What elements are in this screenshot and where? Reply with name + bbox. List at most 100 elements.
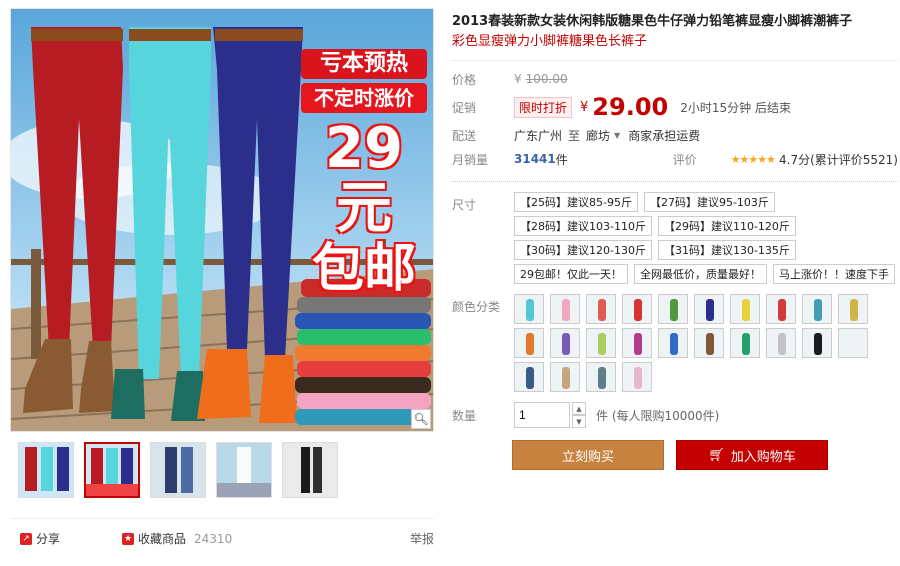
color-swatch[interactable] <box>658 328 688 358</box>
color-swatch[interactable] <box>838 294 868 324</box>
promo-price-row: 促销 限时打折 ¥ 29.00 2小时15分钟 后结束 <box>452 91 898 123</box>
thumbnail[interactable] <box>216 442 272 498</box>
size-option[interactable]: 【29码】建议110-120斤 <box>657 216 796 236</box>
color-swatch[interactable] <box>514 294 544 324</box>
swatch-pants-thumbnail <box>598 299 606 321</box>
color-swatch[interactable] <box>622 328 652 358</box>
size-option[interactable]: 马上涨价！！速度下手 <box>773 264 895 284</box>
original-price-row: 价格 ¥ 100.00 <box>452 67 898 91</box>
swatch-pants-thumbnail <box>670 299 678 321</box>
color-swatch[interactable] <box>550 294 580 324</box>
color-swatch[interactable] <box>730 294 760 324</box>
decrease-icon[interactable]: ▼ <box>572 415 586 428</box>
quantity-row: 数量 ▲ ▼ 件 (每人限购10000件) <box>452 402 898 428</box>
monthly-sales: 31441 <box>514 152 556 166</box>
thumbnail[interactable] <box>18 442 74 498</box>
size-option[interactable]: 【30码】建议120-130斤 <box>514 240 652 260</box>
size-option[interactable]: 29包邮！仅此一天！ <box>514 264 628 284</box>
quantity-label: 数量 <box>452 408 477 423</box>
bookmark-icon: ★ <box>122 532 135 545</box>
monthly-sales-label: 月销量 <box>452 152 489 167</box>
share-icon: ↗ <box>20 532 32 545</box>
color-swatch[interactable] <box>586 294 616 324</box>
delivery-to-word: 至 <box>568 128 581 143</box>
swatch-pants-thumbnail <box>778 299 786 321</box>
sale-price: 29.00 <box>592 93 669 121</box>
size-option[interactable]: 全网最低价，质量最好！ <box>634 264 767 284</box>
swatch-pants-thumbnail <box>670 333 678 355</box>
size-option[interactable]: 【28码】建议103-110斤 <box>514 216 652 236</box>
main-product-image[interactable]: 亏本预热 不定时涨价 29元 包邮 🔍︎ <box>10 8 434 432</box>
color-swatch[interactable] <box>766 294 796 324</box>
add-to-cart-label: 加入购物车 <box>730 449 796 465</box>
rating-text: 4.7分(累计评价5521) <box>779 152 898 167</box>
swatch-pants-thumbnail <box>814 299 822 321</box>
color-swatch[interactable] <box>802 328 832 358</box>
swatch-pants-thumbnail <box>598 333 606 355</box>
color-swatch[interactable] <box>838 328 868 358</box>
color-swatch[interactable] <box>622 362 652 392</box>
report-link[interactable]: 举报 <box>410 530 434 547</box>
original-price: 100.00 <box>525 72 568 86</box>
promo-line-2: 不定时涨价 <box>301 83 427 113</box>
color-swatch[interactable] <box>622 294 652 324</box>
favorite-button[interactable]: ★ 收藏商品 24310 <box>122 530 232 547</box>
increase-icon[interactable]: ▲ <box>572 402 586 415</box>
thumbnail-active[interactable] <box>84 442 140 498</box>
delivery-to: 廊坊 <box>586 128 611 143</box>
share-label: 分享 <box>36 532 61 546</box>
thumbnail-strip <box>18 442 338 498</box>
magnifier-icon[interactable]: 🔍︎ <box>411 409 431 429</box>
add-to-cart-button[interactable]: 🛒︎ 加入购物车 <box>676 440 828 470</box>
delivery-row: 配送 广东广州 至 廊坊 ▼ 商家承担运费 <box>452 123 898 147</box>
color-swatches <box>514 294 884 392</box>
sales-row: 月销量 31441 件 评价 ★★★★★ 4.7分(累计评价5521) <box>452 147 898 171</box>
promo-overlay: 亏本预热 不定时涨价 29元 包邮 <box>301 49 427 299</box>
color-swatch[interactable] <box>730 328 760 358</box>
delivery-fee: 商家承担运费 <box>628 128 701 143</box>
color-swatch[interactable] <box>586 362 616 392</box>
color-swatch[interactable] <box>514 328 544 358</box>
divider <box>452 181 898 182</box>
swatch-pants-thumbnail <box>778 333 786 355</box>
delivery-label: 配送 <box>452 128 477 143</box>
swatch-pants-thumbnail <box>562 367 570 389</box>
swatch-pants-thumbnail <box>562 299 570 321</box>
product-title: 2013春装新款女装休闲韩版糖果色牛仔弹力铅笔裤显瘦小脚裤潮裤子 <box>452 14 853 29</box>
thumbnail[interactable] <box>150 442 206 498</box>
price-box: 价格 ¥ 100.00 促销 限时打折 ¥ 29.00 2小时15分钟 后结束 … <box>452 60 898 171</box>
promo-tag: 限时打折 <box>514 96 573 118</box>
size-option[interactable]: 【25码】建议85-95斤 <box>514 192 638 212</box>
swatch-pants-thumbnail <box>634 367 642 389</box>
quantity-input[interactable] <box>514 402 570 428</box>
buy-now-button[interactable]: 立刻购买 <box>512 440 664 470</box>
currency-symbol: ¥ <box>580 99 589 115</box>
color-swatch[interactable] <box>550 362 580 392</box>
color-selector: 颜色分类 <box>452 294 898 392</box>
rating[interactable]: 评价 ★★★★★ 4.7分(累计评价5521) <box>673 151 898 168</box>
action-buttons: 立刻购买 🛒︎ 加入购物车 <box>512 440 898 470</box>
color-swatch[interactable] <box>694 294 724 324</box>
share-button[interactable]: ↗ 分享 <box>20 530 60 547</box>
color-swatch[interactable] <box>586 328 616 358</box>
thumbnail[interactable] <box>282 442 338 498</box>
social-bar: ↗ 分享 ★ 收藏商品 24310 举报 <box>10 518 434 558</box>
color-label: 颜色分类 <box>452 300 501 314</box>
promo-label: 促销 <box>452 100 477 115</box>
color-swatch[interactable] <box>766 328 796 358</box>
promo-line-1: 亏本预热 <box>301 49 427 79</box>
size-options: 【25码】建议85-95斤 【27码】建议95-103斤 【28码】建议103-… <box>514 192 898 284</box>
color-swatch[interactable] <box>514 362 544 392</box>
size-selector: 尺寸 【25码】建议85-95斤 【27码】建议95-103斤 【28码】建议1… <box>452 192 898 284</box>
swatch-pants-thumbnail <box>814 333 822 355</box>
color-swatch[interactable] <box>550 328 580 358</box>
color-swatch[interactable] <box>658 294 688 324</box>
size-option[interactable]: 【31码】建议130-135斤 <box>657 240 796 260</box>
color-swatch[interactable] <box>694 328 724 358</box>
color-swatch[interactable] <box>802 294 832 324</box>
swatch-pants-thumbnail <box>706 299 714 321</box>
swatch-pants-thumbnail <box>526 367 534 389</box>
size-option[interactable]: 【27码】建议95-103斤 <box>643 192 775 212</box>
quantity-hint: 件 (每人限购10000件) <box>596 408 720 423</box>
delivery-destination-select[interactable]: 廊坊 ▼ <box>586 127 620 144</box>
